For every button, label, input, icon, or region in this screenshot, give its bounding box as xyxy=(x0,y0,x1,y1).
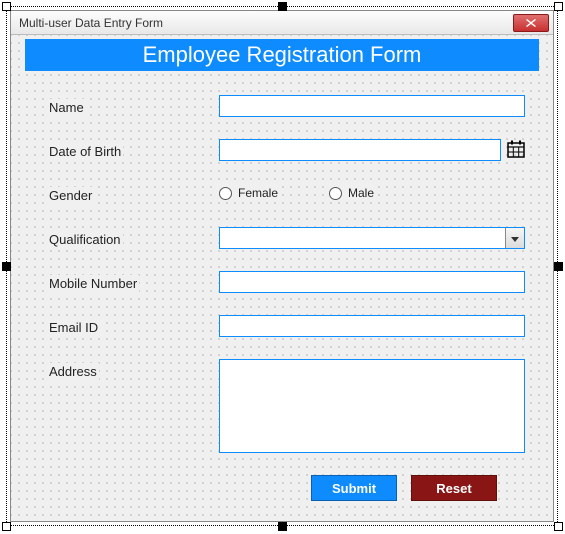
combobox-dropdown-button[interactable] xyxy=(505,228,524,248)
mobile-input[interactable] xyxy=(219,271,525,293)
label-email: Email ID xyxy=(47,319,100,336)
label-name: Name xyxy=(47,99,86,116)
submit-button-label: Submit xyxy=(332,481,376,496)
window-title: Multi-user Data Entry Form xyxy=(19,16,163,30)
resize-handle-s[interactable] xyxy=(278,522,287,531)
resize-handle-w[interactable] xyxy=(2,262,11,271)
label-qualification: Qualification xyxy=(47,231,123,248)
label-mobile: Mobile Number xyxy=(47,275,139,292)
address-textarea[interactable] xyxy=(219,359,525,453)
radio-female-label: Female xyxy=(238,186,278,200)
radio-icon xyxy=(219,187,232,200)
label-dob: Date of Birth xyxy=(47,143,123,160)
email-input[interactable] xyxy=(219,315,525,337)
form-window: Multi-user Data Entry Form Employee Regi… xyxy=(10,10,554,522)
radio-male-label: Male xyxy=(348,186,374,200)
calendar-button[interactable] xyxy=(505,139,527,161)
resize-handle-e[interactable] xyxy=(554,262,563,271)
radio-icon xyxy=(329,187,342,200)
reset-button[interactable]: Reset xyxy=(411,475,497,501)
chevron-down-icon xyxy=(511,231,519,246)
qualification-value xyxy=(220,228,505,248)
reset-button-label: Reset xyxy=(436,481,471,496)
form-heading: Employee Registration Form xyxy=(25,39,539,71)
form-client-area: Employee Registration Form Name Date of … xyxy=(11,35,553,521)
dob-input[interactable] xyxy=(219,139,501,161)
resize-handle-nw[interactable] xyxy=(2,2,11,11)
calendar-icon xyxy=(507,140,525,161)
radio-male[interactable]: Male xyxy=(327,185,376,201)
label-gender: Gender xyxy=(47,187,94,204)
resize-handle-n[interactable] xyxy=(278,2,287,11)
radio-female[interactable]: Female xyxy=(217,185,280,201)
resize-handle-se[interactable] xyxy=(554,522,563,531)
titlebar: Multi-user Data Entry Form xyxy=(11,11,553,35)
resize-handle-sw[interactable] xyxy=(2,522,11,531)
submit-button[interactable]: Submit xyxy=(311,475,397,501)
label-address: Address xyxy=(47,363,99,380)
close-button[interactable] xyxy=(513,14,549,32)
name-input[interactable] xyxy=(219,95,525,117)
close-icon xyxy=(526,19,536,27)
qualification-combobox[interactable] xyxy=(219,227,525,249)
resize-handle-ne[interactable] xyxy=(554,2,563,11)
